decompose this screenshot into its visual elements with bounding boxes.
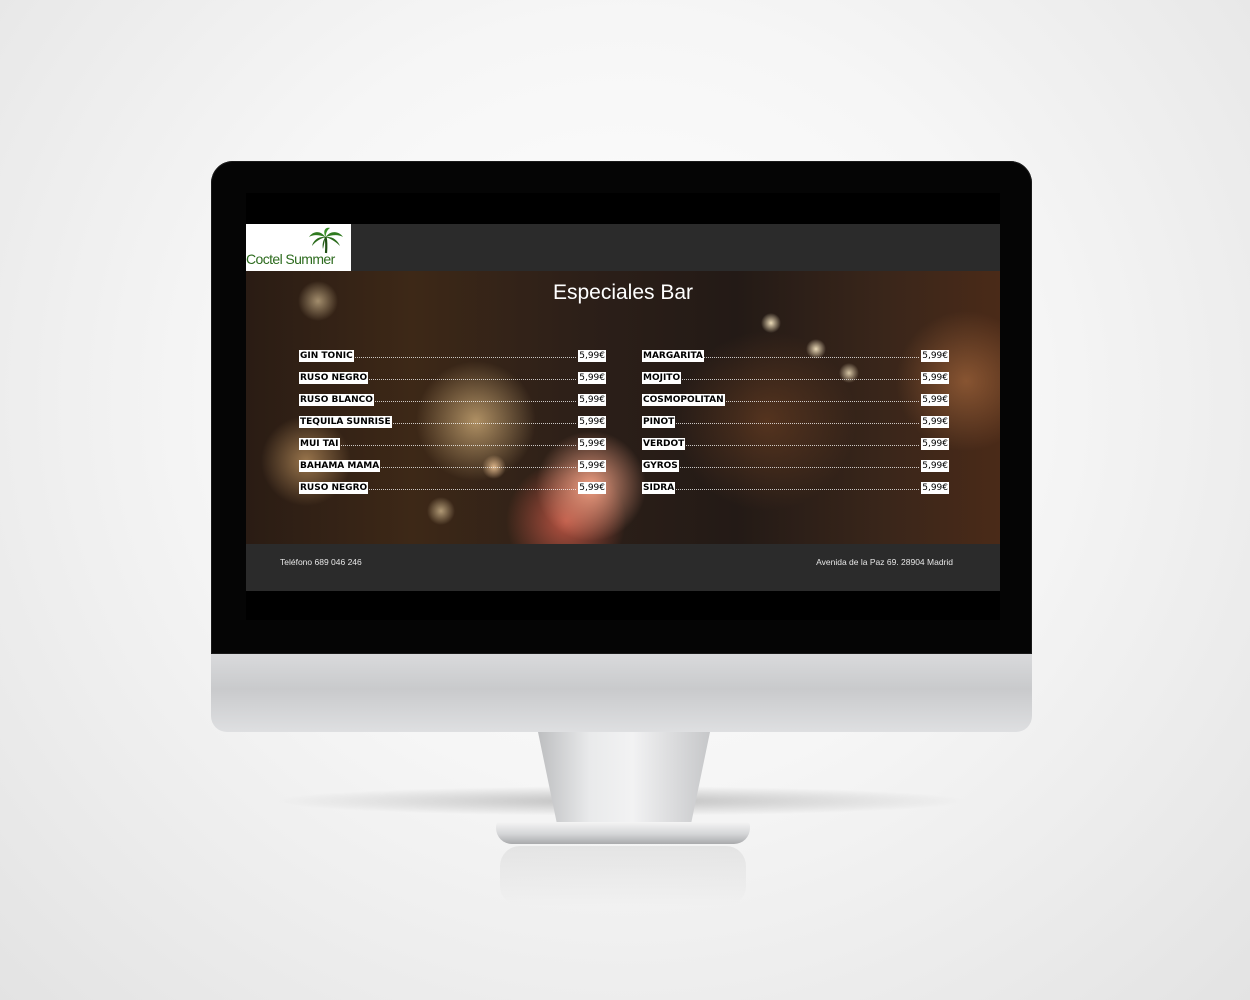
site-header: Coctel Summer <box>246 224 1000 271</box>
footer-address: Avenida de la Paz 69. 28904 Madrid <box>816 557 953 567</box>
menu-item-price: 5,99€ <box>578 460 606 472</box>
menu-item-name: BAHAMA MAMA <box>299 460 381 472</box>
page-title: Especiales Bar <box>552 281 694 304</box>
menu-item-name: COSMOPOLITAN <box>642 394 725 406</box>
menu-item: BAHAMA MAMA 5,99€ <box>299 455 606 477</box>
menu-item-price: 5,99€ <box>921 482 949 494</box>
menu-item: TEQUILA SUNRISE 5,99€ <box>299 411 606 433</box>
menu-item: GYROS 5,99€ <box>642 455 949 477</box>
menu-item-name: MARGARITA <box>642 350 704 362</box>
menu-item-name: RUSO NEGRO <box>299 482 369 494</box>
menu-item-name: PINOT <box>642 416 676 428</box>
menu-item-price: 5,99€ <box>578 394 606 406</box>
menu-item: VERDOT 5,99€ <box>642 433 949 455</box>
monitor-chin <box>211 654 1032 732</box>
menu-item-price: 5,99€ <box>578 350 606 362</box>
menu-item: RUSO BLANCO 5,99€ <box>299 389 606 411</box>
menu-item-name: RUSO BLANCO <box>299 394 374 406</box>
menu-item-price: 5,99€ <box>578 372 606 384</box>
stand-reflection <box>500 846 746 906</box>
menu-item-name: MOJITO <box>642 372 682 384</box>
specials-hero: Especiales Bar GIN TONIC 5,99€ RUSO NEGRO… <box>246 271 1000 544</box>
menu-item-price: 5,99€ <box>921 438 949 450</box>
menu-item-name: MUI TAI <box>299 438 340 450</box>
menu-item: SIDRA 5,99€ <box>642 477 949 499</box>
menu-item-price: 5,99€ <box>578 438 606 450</box>
menu-item-name: GIN TONIC <box>299 350 354 362</box>
menu-item-price: 5,99€ <box>921 460 949 472</box>
menu-item-price: 5,99€ <box>921 350 949 362</box>
monitor-stand-base <box>496 822 750 844</box>
menu-column-left: GIN TONIC 5,99€ RUSO NEGRO 5,99€ RUSO BLAN… <box>299 345 606 499</box>
brand-logo-text: Coctel Summer <box>246 251 335 267</box>
menu-item: MOJITO 5,99€ <box>642 367 949 389</box>
menu-item-price: 5,99€ <box>921 416 949 428</box>
menu-item-price: 5,99€ <box>578 482 606 494</box>
menu-item-name: SIDRA <box>642 482 676 494</box>
menu-item: COSMOPOLITAN 5,99€ <box>642 389 949 411</box>
site-footer: Teléfono 689 046 246 Avenida de la Paz 6… <box>246 544 1000 591</box>
monitor-stand-neck <box>538 732 710 832</box>
menu-item: GIN TONIC 5,99€ <box>299 345 606 367</box>
menu-item: RUSO NEGRO 5,99€ <box>299 367 606 389</box>
menu-item-name: GYROS <box>642 460 679 472</box>
footer-phone: Teléfono 689 046 246 <box>280 557 362 567</box>
menu-item-name: RUSO NEGRO <box>299 372 369 384</box>
brand-logo[interactable]: Coctel Summer <box>246 224 351 271</box>
menu-item-name: VERDOT <box>642 438 686 450</box>
menu-item-name: TEQUILA SUNRISE <box>299 416 392 428</box>
menu-column-right: MARGARITA 5,99€ MOJITO 5,99€ COSMOPOLITAN 5… <box>642 345 949 499</box>
menu-item: MARGARITA 5,99€ <box>642 345 949 367</box>
menu-item: RUSO NEGRO 5,99€ <box>299 477 606 499</box>
menu-item-price: 5,99€ <box>921 394 949 406</box>
menu-item: PINOT 5,99€ <box>642 411 949 433</box>
menu-item-price: 5,99€ <box>921 372 949 384</box>
menu-item: MUI TAI 5,99€ <box>299 433 606 455</box>
monitor-screen: Coctel Summer Especiales Bar GIN TONIC 5,… <box>246 193 1000 620</box>
menu-item-price: 5,99€ <box>578 416 606 428</box>
